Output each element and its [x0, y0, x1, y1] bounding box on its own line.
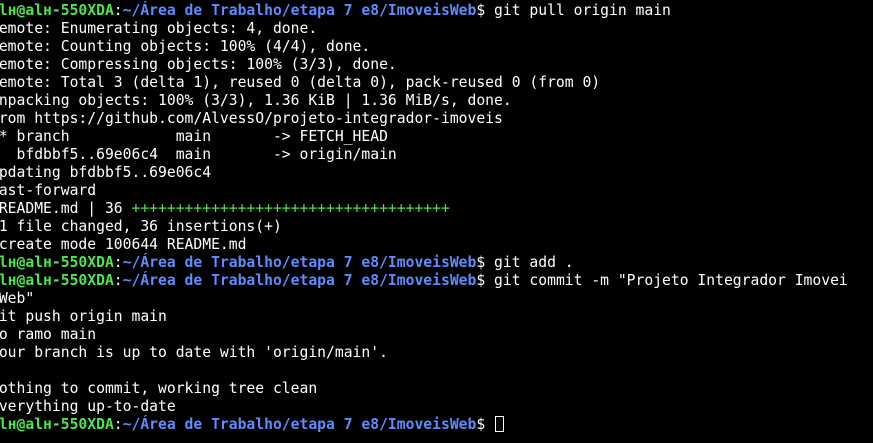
output-line: 1 file changed, 36 insertions(+)	[0, 218, 282, 235]
prompt-line: alн@alн-550XDA:~/Área de Trabalho/etapa …	[0, 272, 863, 290]
output-line: * branch main -> FETCH_HEAD	[0, 128, 388, 145]
prompt-dollar: $	[476, 254, 495, 271]
prompt-separator: :	[113, 272, 123, 289]
output-line: bfdbbf5..69e06c4 main -> origin/main	[0, 146, 397, 163]
command-text: git commit -m "Projeto Integrador Imovei	[494, 272, 848, 289]
output-line: create mode 100644 README.md	[0, 236, 247, 253]
prompt-dollar: $	[476, 2, 495, 19]
output-line: remote: Counting objects: 100% (4/4), do…	[0, 38, 371, 55]
diffstat-file: README.md | 36	[0, 200, 132, 217]
prompt-user-host: alн@alн-550XDA	[0, 2, 114, 19]
prompt-dollar: $	[476, 416, 495, 433]
command-text: git pull origin main	[494, 2, 671, 19]
output-line: remote: Total 3 (delta 1), reused 0 (del…	[0, 74, 601, 91]
prompt-line: alн@alн-550XDA:~/Área de Trabalho/etapa …	[0, 2, 863, 20]
output-line: git push origin main	[0, 308, 167, 325]
prompt-user-host: alн@alн-550XDA	[0, 254, 114, 271]
prompt-path: ~/Área de Trabalho/etapa 7 e8/ImoveisWeb	[122, 416, 477, 433]
output-line: From https://github.com/AlvessO/projeto-…	[0, 110, 503, 127]
output-line: Unpacking objects: 100% (3/3), 1.36 KiB …	[0, 92, 512, 109]
diffstat-line: README.md | 36 +++++++++++++++++++++++++…	[0, 200, 863, 218]
output-line: No ramo main	[0, 326, 97, 343]
prompt-separator: :	[113, 254, 123, 271]
command-text: git add .	[494, 254, 574, 271]
prompt-user-host: alн@alн-550XDA	[0, 416, 114, 433]
output-line: Updating bfdbbf5..69e06c4	[0, 164, 212, 181]
prompt-separator: :	[113, 2, 123, 19]
diffstat-bar: ++++++++++++++++++++++++++++++++++++	[131, 200, 450, 217]
output-line: nothing to commit, working tree clean	[0, 380, 318, 397]
prompt-line: alн@alн-550XDA:~/Área de Trabalho/etapa …	[0, 254, 863, 272]
terminal-window[interactable]: alн@alн-550XDA:~/Área de Trabalho/etapa …	[0, 0, 873, 443]
cursor-block[interactable]	[495, 416, 505, 432]
prompt-dollar: $	[476, 272, 495, 289]
output-line: Everything up-to-date	[0, 398, 176, 415]
prompt-separator: :	[113, 416, 123, 433]
prompt-user-host: alн@alн-550XDA	[0, 272, 114, 289]
output-line: Your branch is up to date with 'origin/m…	[0, 344, 388, 361]
terminal-output: alн@alн-550XDA:~/Área de Trabalho/etapa …	[0, 2, 863, 434]
output-line: Fast-forward	[0, 182, 97, 199]
output-line: remote: Compressing objects: 100% (3/3),…	[0, 56, 397, 73]
prompt-path: ~/Área de Trabalho/etapa 7 e8/ImoveisWeb	[122, 254, 477, 271]
output-line: remote: Enumerating objects: 4, done.	[0, 20, 318, 37]
prompt-line-active[interactable]: alн@alн-550XDA:~/Área de Trabalho/etapa …	[0, 416, 863, 434]
prompt-path: ~/Área de Trabalho/etapa 7 e8/ImoveisWeb	[122, 272, 477, 289]
output-line: sWeb"	[0, 290, 35, 307]
prompt-path: ~/Área de Trabalho/etapa 7 e8/ImoveisWeb	[122, 2, 477, 19]
